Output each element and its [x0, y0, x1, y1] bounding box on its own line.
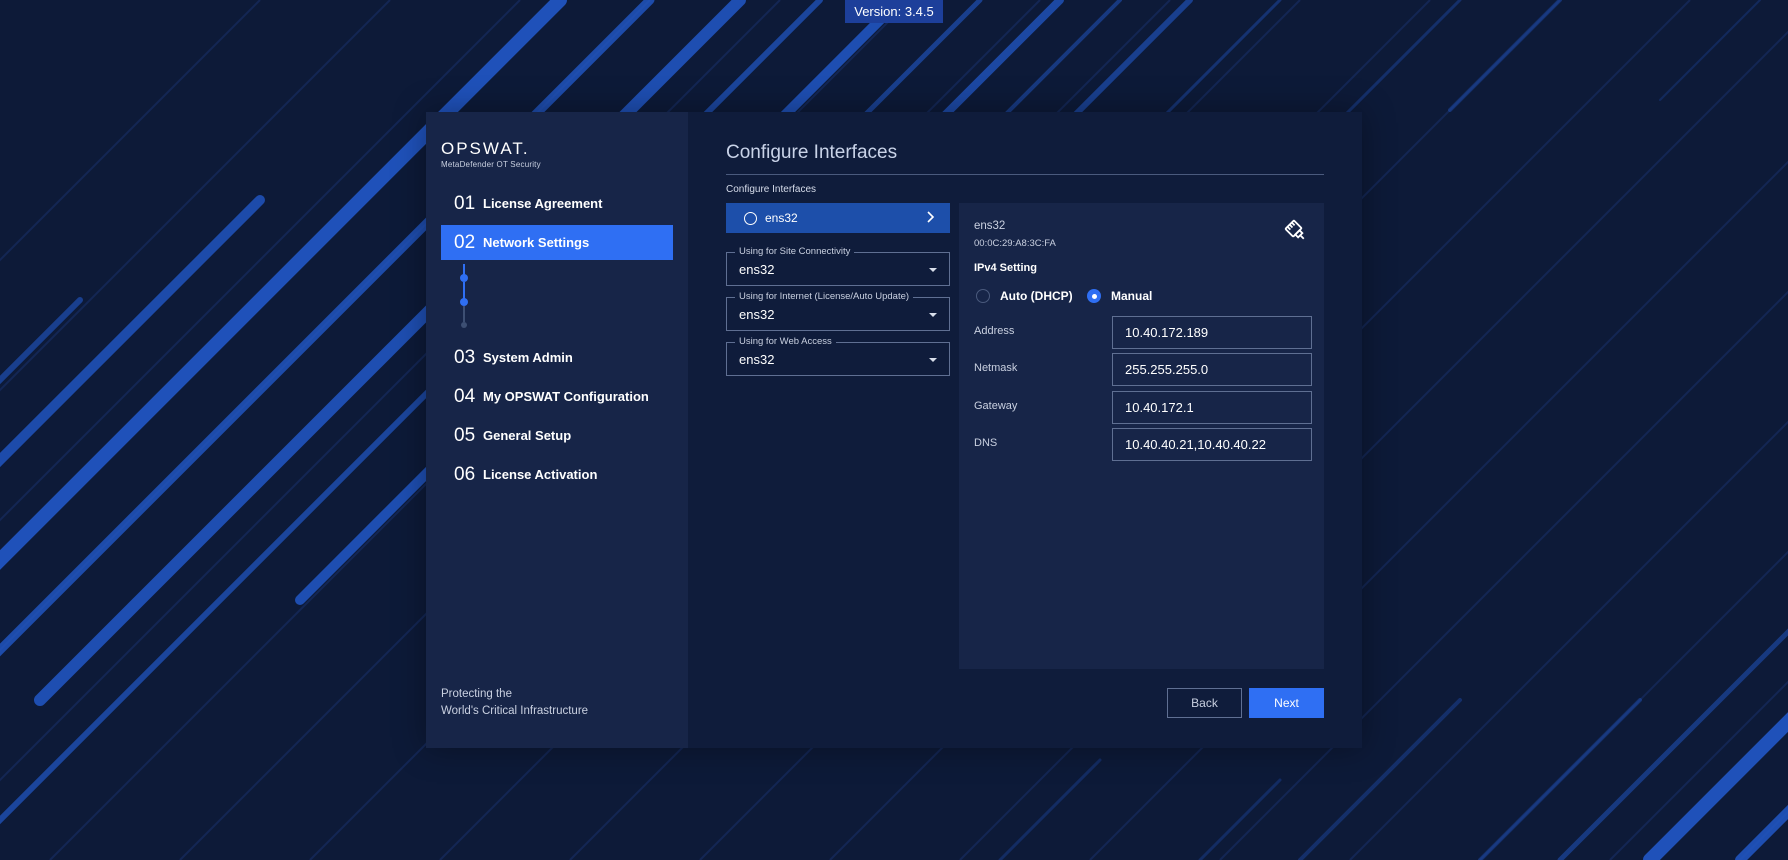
background-stripe	[1643, 712, 1788, 860]
title-divider	[726, 174, 1324, 175]
mac-address: 00:0C:29:A8:3C:FA	[974, 238, 1056, 249]
step-number: 01	[454, 192, 476, 214]
background-stripe	[1328, 0, 1462, 132]
step-number: 02	[454, 231, 476, 253]
radio-auto-dhcp[interactable]: Auto (DHCP)	[976, 289, 1073, 303]
ipv4-heading: IPv4 Setting	[974, 262, 1037, 274]
gateway-input[interactable]	[1112, 391, 1312, 424]
back-button[interactable]: Back	[1167, 688, 1242, 718]
section-label: Configure Interfaces	[726, 184, 817, 195]
step-license-agreement[interactable]: 01 License Agreement	[441, 186, 673, 221]
gateway-label: Gateway	[974, 400, 1018, 412]
background-stripe	[0, 0, 391, 392]
select-legend: Using for Web Access	[735, 336, 836, 347]
select-legend: Using for Site Connectivity	[735, 246, 855, 257]
site-connectivity-select[interactable]: Using for Site Connectivity ens32	[726, 246, 950, 286]
radio-checked-icon	[1087, 289, 1101, 303]
netmask-input[interactable]	[1112, 353, 1312, 386]
step-license-activation[interactable]: 06 License Activation	[441, 457, 673, 492]
step-my-opswat-configuration[interactable]: 04 My OPSWAT Configuration	[441, 379, 673, 414]
background-stripe	[998, 758, 1102, 860]
select-value: ens32	[739, 262, 775, 277]
product-name: MetaDefender OT Security	[441, 160, 541, 169]
version-badge: Version: 3.4.5	[845, 0, 943, 23]
step-label: License Activation	[483, 467, 598, 482]
step-general-setup[interactable]: 05 General Setup	[441, 418, 673, 453]
background-stripe	[1349, 420, 1788, 860]
internet-select[interactable]: Using for Internet (License/Auto Update)…	[726, 291, 950, 331]
web-access-select[interactable]: Using for Web Access ens32	[726, 336, 950, 376]
tagline-line: World's Critical Infrastructure	[441, 705, 589, 717]
step-number: 06	[454, 463, 476, 485]
radio-manual[interactable]: Manual	[1087, 289, 1152, 303]
wizard-sidebar: OPSWAT. MetaDefender OT Security 01 Lice…	[426, 112, 688, 748]
step-label: License Agreement	[483, 196, 603, 211]
chevron-right-icon	[926, 210, 936, 227]
step-label: General Setup	[483, 428, 572, 443]
caret-down-icon	[929, 358, 937, 362]
step-label: My OPSWAT Configuration	[483, 389, 649, 404]
background-stripe	[1478, 698, 1642, 860]
interface-detail-panel: ens32 00:0C:29:A8:3C:FA IPv4 Setting Aut…	[959, 203, 1324, 669]
page-title: Configure Interfaces	[726, 142, 898, 163]
substep-dot	[461, 322, 467, 328]
background-stripe	[1609, 680, 1788, 860]
ethernet-icon	[1284, 219, 1308, 243]
logo-wordmark: OPSWAT.	[441, 139, 530, 158]
substep-line	[463, 306, 465, 322]
step-label: Network Settings	[483, 235, 590, 250]
radio-unchecked-icon	[976, 289, 990, 303]
radio-unchecked-icon	[744, 211, 757, 225]
interface-name: ens32	[765, 211, 798, 225]
step-number: 05	[454, 424, 476, 446]
step-label: System Admin	[483, 350, 573, 365]
radio-label: Manual	[1111, 289, 1153, 303]
select-value: ens32	[739, 352, 775, 367]
tagline: Protecting the World's Critical Infrastr…	[441, 686, 588, 720]
substep-dot	[460, 298, 468, 306]
setup-wizard-dialog: OPSWAT. MetaDefender OT Security 01 Lice…	[426, 112, 1362, 748]
next-button[interactable]: Next	[1249, 688, 1324, 718]
select-value: ens32	[739, 307, 775, 322]
interface-detail-name: ens32	[974, 220, 1006, 232]
select-legend: Using for Internet (License/Auto Update)	[735, 291, 914, 302]
step-number: 04	[454, 385, 476, 407]
address-input[interactable]	[1112, 316, 1312, 349]
caret-down-icon	[929, 268, 937, 272]
address-label: Address	[974, 325, 1015, 337]
tagline-line: Protecting the	[441, 688, 512, 700]
radio-label: Auto (DHCP)	[1000, 289, 1073, 303]
dns-label: DNS	[974, 437, 998, 449]
netmask-label: Netmask	[974, 362, 1018, 374]
background-stripe	[1448, 0, 1562, 112]
caret-down-icon	[929, 313, 937, 317]
interface-item-ens32[interactable]: ens32	[726, 203, 950, 233]
step-system-admin[interactable]: 03 System Admin	[441, 340, 673, 375]
background-stripe	[1479, 550, 1788, 860]
wizard-steps: 01 License Agreement 02 Network Settings…	[441, 186, 673, 496]
step-network-settings[interactable]: 02 Network Settings	[441, 225, 673, 260]
step-number: 03	[454, 346, 476, 368]
background-stripe	[1557, 628, 1788, 860]
substep-dot	[460, 274, 468, 282]
dns-input[interactable]	[1112, 428, 1312, 461]
opswat-logo: OPSWAT. MetaDefender OT Security	[441, 139, 541, 169]
substep-progress	[441, 264, 673, 336]
background-stripe	[1198, 778, 1282, 860]
